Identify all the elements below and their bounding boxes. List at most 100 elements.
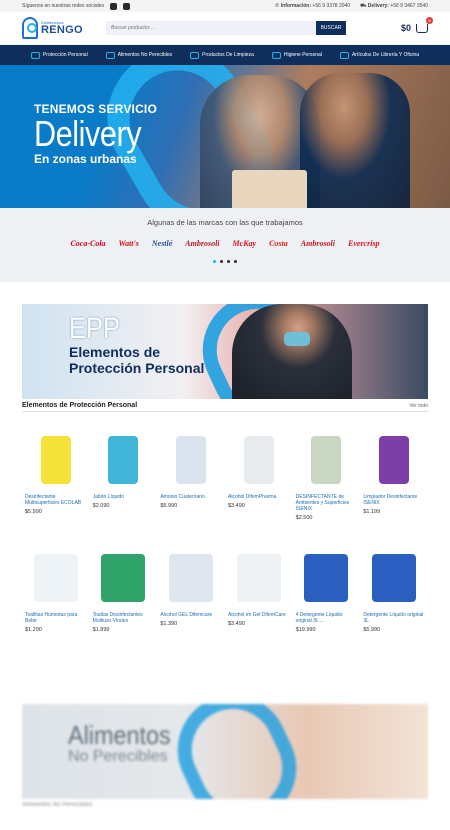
epp-banner[interactable]: EPP Elementos de Protección Personal [22,304,428,399]
brands-carousel: Algunas de las marcas con las que trabaj… [0,208,450,282]
hero-line3: En zonas urbanas [34,152,137,166]
carousel-dot[interactable] [234,260,237,263]
product-card[interactable]: Amonio Cuaternario $5.990 [160,412,222,530]
contact-info: ✆ Información: +56 9 3378 2040 ⛟ Deliver… [275,3,428,10]
category-nav: Protección Personal Alimentos No Perecib… [0,45,450,65]
spray-bottle-icon[interactable] [311,436,342,484]
header: Distribuidora RENGO BUSCAR $0 0 [0,12,450,45]
facebook-icon[interactable] [123,2,130,10]
product-card[interactable]: Alcohol GEL Difemcare $1.390 [160,530,222,648]
cart-button[interactable]: $0 0 [400,16,433,33]
nav-item-proteccion-personal[interactable]: Protección Personal [30,51,88,59]
instagram-icon[interactable] [110,2,117,10]
brand-logo[interactable]: Coca-Cola [70,239,105,248]
brand-logos: Coca-Cola Watt's Nestlé Ambrosoli McKay Costa… [0,239,450,248]
spray-bottle-icon[interactable] [243,436,274,484]
section-title: Elementos de Protección Personal [22,402,138,409]
brand-logo[interactable]: Ambrosoli [301,239,335,248]
basket-icon: 0 [416,16,433,33]
cart-total: $0 [400,23,411,33]
logo-mark-icon [22,17,38,39]
delivery-phone: +56 9 3467 3540 [390,2,428,9]
product-price: $1.899 [92,627,110,633]
soap-bottle-icon[interactable] [108,436,139,484]
product-name[interactable]: Desinfectante Multisuperficies ECOLAB [25,494,87,506]
detergent-bottle-icon[interactable] [372,554,417,602]
product-price: $5.990 [25,509,42,515]
product-card[interactable]: 4 Detergente Líquido original 3L ... $19.… [296,530,358,648]
product-price: $3.490 [228,503,245,509]
alimentos-title: Alimentos [68,720,171,750]
epp-section-header: Elementos de Protección Personal Ver tod… [22,402,428,412]
delivery-label: Delivery: [367,2,389,9]
search-input[interactable] [106,21,316,35]
pump-bottle-icon[interactable] [236,554,281,602]
yellow-bottle-icon[interactable] [40,436,71,484]
site-logo[interactable]: Distribuidora RENGO [22,17,92,39]
truck-icon: ⛟ [360,2,368,9]
brand-logo[interactable]: Watt's [119,239,139,248]
product-card[interactable]: Toallitas Húmedas para Bebé $1.290 [25,530,87,648]
nav-item-label: Protección Personal [42,52,88,58]
product-card[interactable]: Limpiador Desinfectante ISENIX $1.199 [363,412,425,530]
mask-icon [30,51,40,59]
search-button[interactable]: BUSCAR [316,21,346,35]
product-name[interactable]: Toallitas Húmedas para Bebé [25,612,87,624]
nav-item-limpieza[interactable]: Productos De Limpieza [190,51,254,59]
product-card[interactable]: Alcohol en Gel DifemCare $3.490 [228,530,290,648]
product-name[interactable]: Toallas Desinfectantes Multiuso Virutex [93,612,155,624]
hero-package-image [232,170,307,208]
nav-item-libreria[interactable]: Artículos De Librería Y Oficina [339,51,419,59]
product-card[interactable]: Jabón Líquido $2.090 [93,412,155,530]
wipes-pack-icon[interactable] [33,554,78,602]
product-name[interactable]: Detergente Líquido original 3L [363,612,425,624]
product-card[interactable]: Toallas Desinfectantes Multiuso Virutex $… [93,530,155,648]
carousel-dot[interactable] [227,260,230,263]
info-label: Información: [280,3,312,9]
product-name[interactable]: DESINFECTANTE de Ambientes y Superficies… [296,494,358,512]
product-name[interactable]: Alcohol en Gel DifemCare [228,612,290,618]
product-name[interactable]: 4 Detergente Líquido original 3L ... [296,612,358,624]
product-name[interactable]: Jabón Líquido [93,494,155,500]
top-bar: Síguenos en nuestras redes sociales ✆ In… [0,0,450,12]
epp-woman-image [232,304,352,399]
product-card[interactable]: Desinfectante Multisuperficies ECOLAB $5.… [25,412,87,530]
gel-bottle-icon[interactable] [169,554,214,602]
detergent-pack-icon[interactable] [304,554,349,602]
spray-bottle-icon[interactable] [176,436,207,484]
product-name[interactable]: Alcohol DifemPharma [228,494,290,500]
product-name[interactable]: Amonio Cuaternario [160,494,222,500]
hero-banner[interactable]: TENEMOS SERVICIO Delivery En zonas urban… [0,65,450,208]
wipes-canister-icon[interactable] [101,554,146,602]
face-mask-image [284,332,310,346]
nav-item-higiene[interactable]: Higiene Personal [271,51,322,59]
product-card[interactable]: Detergente Líquido original 3L $5.990 [363,530,425,648]
see-all-link[interactable]: Ver todo [409,403,428,409]
info-contact[interactable]: ✆ Información: +56 9 3378 2040 [275,3,350,9]
nav-item-label: Alimentos No Perecibles [117,52,173,58]
hero-text: TENEMOS SERVICIO Delivery En zonas urban… [34,102,160,166]
cleaning-icon [190,51,200,59]
alimentos-section-title: Alimentos No Perecibles [22,802,93,808]
alimentos-banner-text: Alimentos No Perecibles [68,722,182,766]
brand-logo[interactable]: Ambrosoli [185,239,219,248]
product-card[interactable]: DESINFECTANTE de Ambientes y Superficies… [296,412,358,530]
delivery-contact[interactable]: ⛟ Delivery: +56 9 3467 3540 [360,3,428,10]
nav-item-alimentos[interactable]: Alimentos No Perecibles [105,51,173,59]
carousel-dot[interactable] [213,260,216,263]
product-price: $5.990 [363,627,381,633]
brand-logo[interactable]: Evercrisp [348,239,380,248]
carousel-dot[interactable] [220,260,223,263]
brand-logo[interactable]: Nestlé [152,239,172,248]
product-name[interactable]: Limpiador Desinfectante ISENIX [363,494,425,506]
bottle-icon[interactable] [379,436,410,484]
brand-logo[interactable]: Costa [269,239,288,248]
hygiene-icon [271,51,281,59]
product-price: $2.090 [92,503,110,509]
alimentos-banner[interactable]: Alimentos No Perecibles [22,704,428,799]
cart-count-badge: 0 [426,16,433,24]
product-card[interactable]: Alcohol DifemPharma $3.490 [228,412,290,530]
brand-logo[interactable]: McKay [233,239,257,248]
product-name[interactable]: Alcohol GEL Difemcare [160,612,222,618]
brands-title: Algunas de las marcas con las que trabaj… [147,218,303,227]
